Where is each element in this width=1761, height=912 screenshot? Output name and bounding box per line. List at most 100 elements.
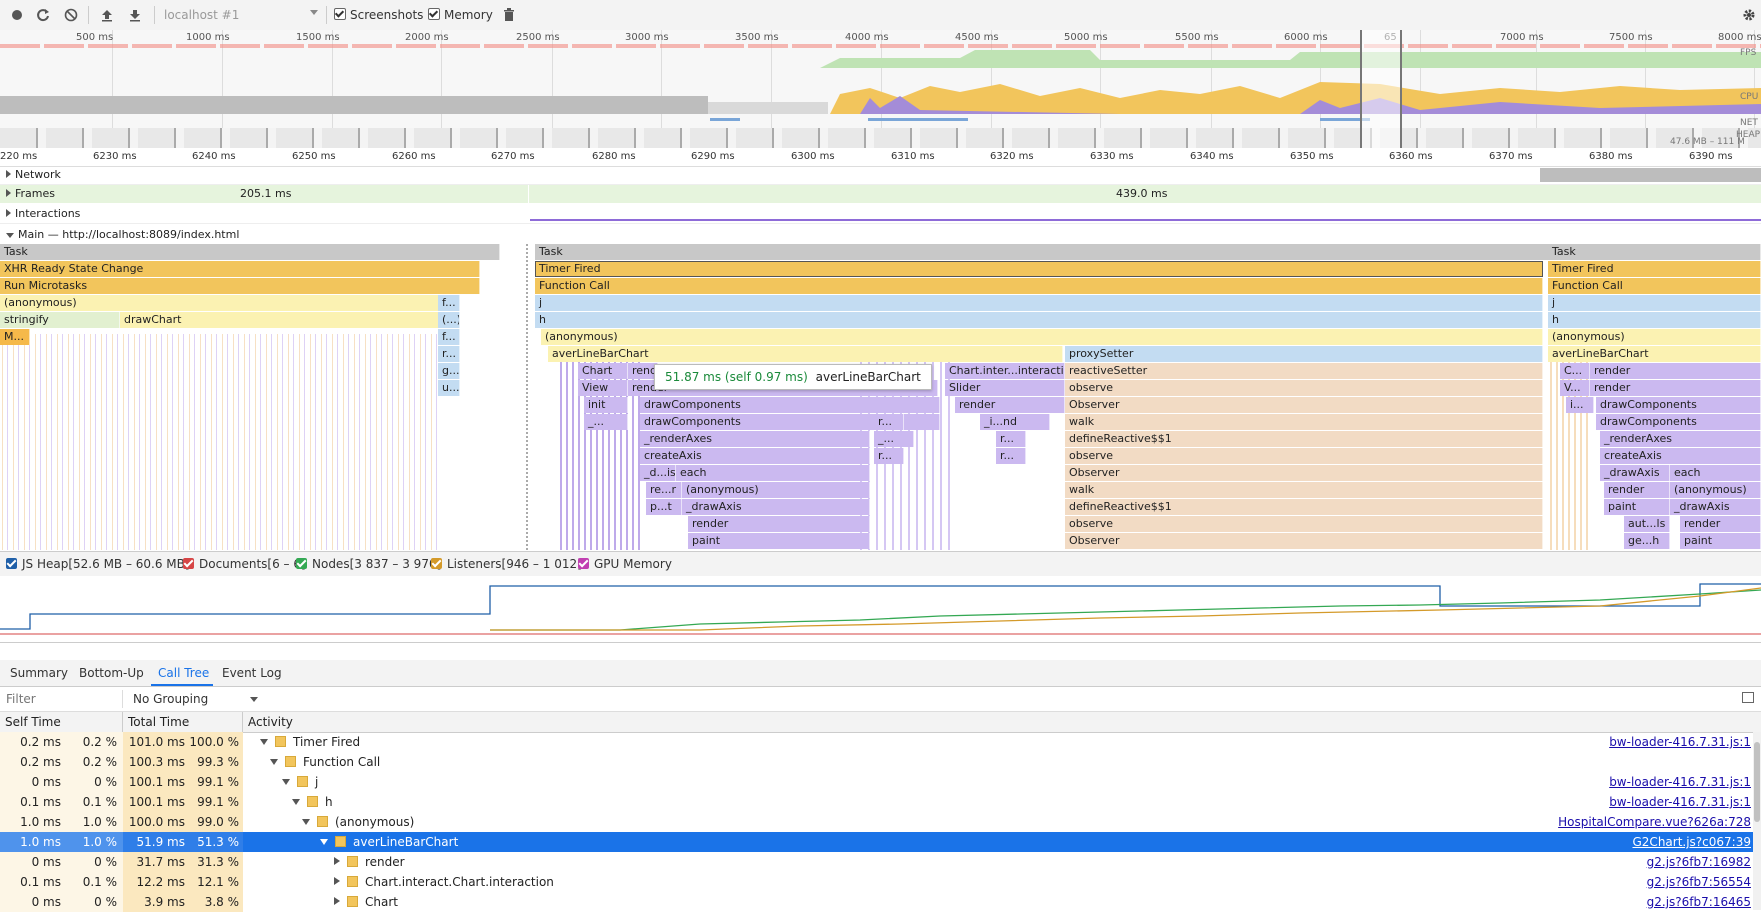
memory-counter-toggle[interactable]: GPU Memory (578, 557, 672, 571)
network-track[interactable]: Network (0, 166, 1761, 185)
flame-entry[interactable]: Function Call (1548, 278, 1761, 294)
flame-entry[interactable]: _renderAxes (640, 431, 870, 447)
table-row[interactable]: 0.1 ms 0.1 % 12.2 ms 12.1 % Chart.interact.C… (0, 872, 1761, 892)
source-link[interactable]: bw-loader-416.7.31.js:1 (1609, 772, 1751, 792)
flame-entry[interactable]: Observer (1065, 533, 1543, 549)
table-row[interactable]: 0.1 ms 0.1 % 100.1 ms 99.1 % h bw-loader-416.… (0, 792, 1761, 812)
table-row[interactable]: 0 ms 0 % 31.7 ms 31.3 % render g2.js?6fb7:169… (0, 852, 1761, 872)
filter-input[interactable] (4, 690, 123, 708)
source-link[interactable]: G2Chart.js?c067:39 (1633, 832, 1752, 852)
flame-entry[interactable]: render (955, 397, 1065, 413)
expand-icon[interactable] (334, 877, 340, 885)
flame-entry[interactable]: _... (874, 431, 914, 447)
flame-entry[interactable]: (anonymous) (0, 295, 440, 311)
collapse-icon[interactable] (270, 759, 278, 765)
flame-entry[interactable]: render (1590, 363, 1761, 379)
table-row[interactable]: 0.2 ms 0.2 % 100.3 ms 99.3 % Function Call (0, 752, 1761, 772)
collapse-icon[interactable] (292, 799, 300, 805)
flame-entry[interactable]: Observer (1065, 397, 1543, 413)
flame-entry[interactable]: j (535, 295, 1543, 311)
header-total-time[interactable]: Total Time (123, 712, 243, 732)
save-profile-button[interactable] (126, 6, 144, 24)
memory-graph[interactable] (0, 576, 1761, 643)
memory-counter-toggle[interactable]: Listeners[946 – 1 012] (431, 557, 582, 571)
timeline-overview[interactable]: 500 ms 1000 ms 1500 ms 2000 ms 2500 ms 3000 m… (0, 30, 1761, 149)
flame-entry[interactable]: h (535, 312, 1543, 328)
flame-entry[interactable]: (...) (438, 312, 460, 328)
tab-call-tree[interactable]: Call Tree (158, 666, 209, 680)
tab-bottom-up[interactable]: Bottom-Up (79, 666, 144, 680)
flame-entry[interactable]: _renderAxes (1600, 431, 1761, 447)
flame-entry[interactable]: paint (1604, 499, 1670, 515)
header-activity[interactable]: Activity (243, 712, 1761, 732)
flame-entry[interactable]: Timer Fired (1548, 261, 1761, 277)
settings-button[interactable] (1740, 6, 1758, 24)
flame-entry[interactable]: V... (1560, 380, 1590, 396)
flame-entry[interactable]: Slider (945, 380, 1065, 396)
flame-entry[interactable]: reactiveSetter (1065, 363, 1543, 379)
flame-entry[interactable]: r... (874, 414, 904, 430)
flame-entry[interactable]: _... (584, 414, 628, 430)
header-self-time[interactable]: Self Time (0, 712, 123, 732)
table-row[interactable]: 1.0 ms 1.0 % 100.0 ms 99.0 % (anonymous) Hosp… (0, 812, 1761, 832)
flame-entry[interactable]: defineReactive$$1 (1065, 431, 1543, 447)
flame-entry[interactable]: re...r (646, 482, 682, 498)
flame-entry[interactable]: (anonymous) (682, 482, 870, 498)
flame-entry[interactable]: C... (1560, 363, 1590, 379)
tab-summary[interactable]: Summary (10, 666, 68, 680)
source-link[interactable]: HospitalCompare.vue?626a:728 (1558, 812, 1751, 832)
flame-entry[interactable]: f... (438, 329, 460, 345)
flame-entry[interactable]: Function Call (535, 278, 1543, 294)
flame-entry[interactable]: walk (1065, 482, 1543, 498)
main-track-header[interactable]: Main — http://localhost:8089/index.html (0, 226, 1761, 244)
interactions-track[interactable]: Interactions (0, 205, 1761, 224)
flame-entry[interactable]: Observer (1065, 465, 1543, 481)
flame-entry[interactable]: aut...ls (1624, 516, 1670, 532)
collapse-icon[interactable] (282, 779, 290, 785)
flame-entry[interactable]: Task (1548, 244, 1761, 260)
source-link[interactable]: g2.js?6fb7:16465 (1647, 892, 1751, 912)
flame-entry[interactable]: p...t (646, 499, 682, 515)
flame-entry[interactable]: paint (688, 533, 870, 549)
collect-garbage-button[interactable] (500, 6, 518, 24)
flame-entry[interactable]: each (1670, 465, 1761, 481)
flame-entry[interactable]: paint (1680, 533, 1761, 549)
flame-entry[interactable]: _drawAxis (1670, 499, 1761, 515)
flame-entry[interactable]: stringify (0, 312, 120, 328)
memory-counter-toggle[interactable]: JS Heap[52.6 MB – 60.6 MB] (6, 557, 190, 571)
record-button[interactable] (8, 6, 26, 24)
tab-event-log[interactable]: Event Log (222, 666, 282, 680)
flame-entry[interactable]: View (578, 380, 628, 396)
screenshots-checkbox[interactable]: Screenshots (334, 8, 423, 22)
flame-entry[interactable]: M... (0, 329, 30, 345)
clear-button[interactable] (62, 6, 80, 24)
flame-entry[interactable]: observe (1065, 448, 1543, 464)
flame-entry[interactable]: h (1548, 312, 1761, 328)
flame-entry[interactable]: r... (874, 448, 904, 464)
flame-entry[interactable]: drawComponents (1596, 414, 1761, 430)
flame-entry[interactable]: walk (1065, 414, 1543, 430)
target-select[interactable]: localhost #1 (164, 8, 239, 22)
expand-icon[interactable] (334, 857, 340, 865)
flame-entry[interactable]: drawComponents (1596, 397, 1761, 413)
table-row[interactable]: 0.2 ms 0.2 % 101.0 ms 100.0 % Timer Fired bw-… (0, 732, 1761, 752)
frame-duration[interactable]: 439.0 ms (1116, 187, 1167, 200)
flame-entry[interactable]: ge...h (1624, 533, 1670, 549)
flame-entry[interactable]: drawChart (120, 312, 440, 328)
flame-entry[interactable]: render (1680, 516, 1761, 532)
memory-checkbox[interactable]: Memory (428, 8, 493, 22)
flame-entry[interactable]: init (584, 397, 628, 413)
flame-entry[interactable]: Run Microtasks (0, 278, 480, 294)
flame-entry[interactable]: observe (1065, 380, 1543, 396)
table-row[interactable]: 0 ms 0 % 100.1 ms 99.1 % j bw-loader-416.7.31… (0, 772, 1761, 792)
source-link[interactable]: bw-loader-416.7.31.js:1 (1609, 732, 1751, 752)
flame-entry[interactable]: f... (438, 295, 460, 311)
collapse-icon[interactable] (320, 839, 328, 845)
frame-duration[interactable]: 205.1 ms (240, 187, 291, 200)
table-row[interactable]: 1.0 ms 1.0 % 51.9 ms 51.3 % averLineBarChart… (0, 832, 1761, 852)
flame-entry[interactable]: _i...nd (980, 414, 1050, 430)
flame-entry[interactable]: Chart (578, 363, 628, 379)
flame-entry[interactable]: render (688, 516, 870, 532)
flame-entry[interactable]: u... (438, 380, 460, 396)
collapse-icon[interactable] (260, 739, 268, 745)
